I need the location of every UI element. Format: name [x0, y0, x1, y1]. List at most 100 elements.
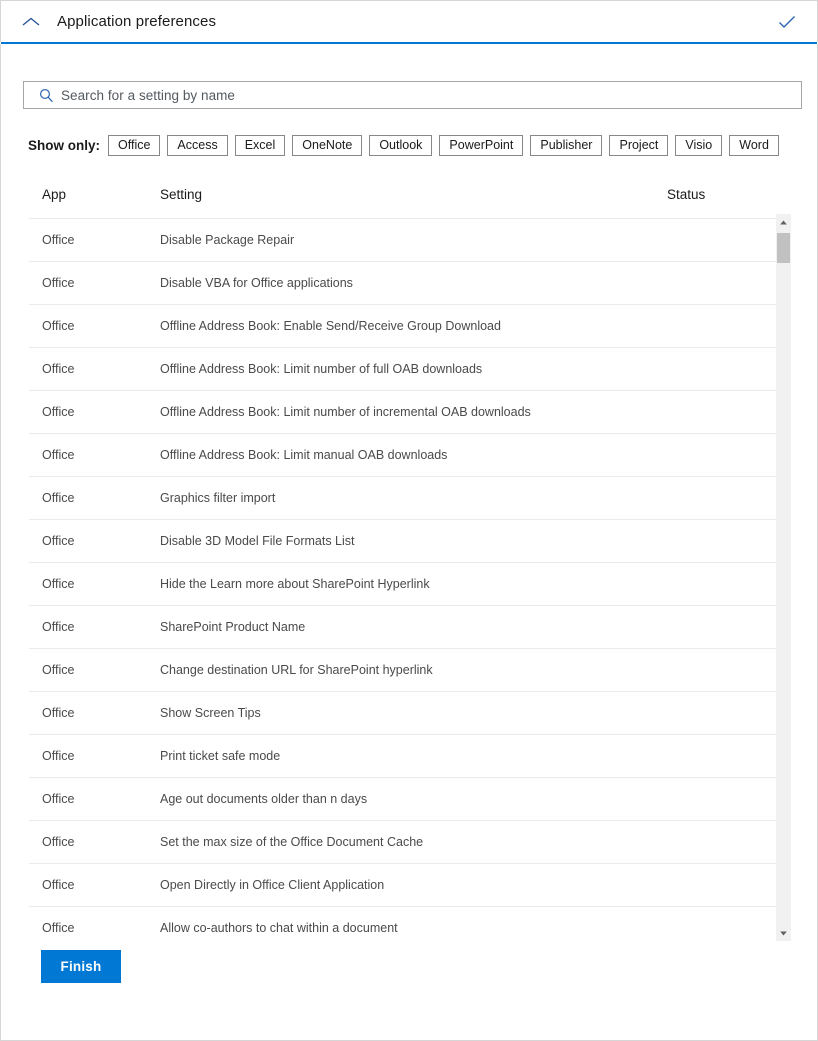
- table-row[interactable]: Office Offline Address Book: Limit manual…: [29, 433, 776, 477]
- cell-status: [667, 605, 776, 649]
- collapse-section-button[interactable]: [17, 8, 45, 36]
- filter-button-excel[interactable]: Excel: [234, 134, 286, 156]
- finish-button[interactable]: Finish: [41, 950, 121, 983]
- search-input[interactable]: Search for a setting by name: [23, 81, 802, 109]
- search-icon: [33, 88, 59, 103]
- checkmark-icon: [779, 15, 795, 28]
- settings-table-scrollbar[interactable]: [776, 214, 791, 941]
- cell-setting: Age out documents older than n days: [147, 777, 667, 821]
- cell-app: Office: [29, 777, 147, 821]
- settings-table-head: App Setting Status: [29, 171, 776, 219]
- column-header-setting[interactable]: Setting: [147, 171, 667, 219]
- settings-table-scrollarea: App Setting Status Office Disable Package…: [29, 171, 776, 941]
- table-row[interactable]: Office Set the max size of the Office Doc…: [29, 820, 776, 864]
- cell-app: Office: [29, 218, 147, 262]
- scrollbar-thumb[interactable]: [777, 233, 790, 263]
- cell-app: Office: [29, 863, 147, 907]
- table-row[interactable]: Office Hide the Learn more about SharePoi…: [29, 562, 776, 606]
- cell-setting: SharePoint Product Name: [147, 605, 667, 649]
- cell-app: Office: [29, 261, 147, 305]
- scroll-up-button[interactable]: [776, 214, 791, 230]
- cell-setting: Show Screen Tips: [147, 691, 667, 735]
- cell-app: Office: [29, 476, 147, 520]
- cell-setting: Allow co-authors to chat within a docume…: [147, 906, 667, 941]
- cell-status: [667, 390, 776, 434]
- table-row[interactable]: Office Offline Address Book: Limit number…: [29, 390, 776, 434]
- cell-status: [667, 906, 776, 941]
- filter-button-office[interactable]: Office: [108, 134, 161, 156]
- table-row[interactable]: Office Open Directly in Office Client App…: [29, 863, 776, 907]
- column-header-status[interactable]: Status: [667, 171, 776, 219]
- table-row[interactable]: Office SharePoint Product Name: [29, 605, 776, 649]
- search-placeholder-text: Search for a setting by name: [61, 87, 235, 103]
- cell-app: Office: [29, 562, 147, 606]
- cell-status: [667, 304, 776, 348]
- cell-status: [667, 648, 776, 692]
- column-header-app[interactable]: App: [29, 171, 147, 219]
- cell-setting: Hide the Learn more about SharePoint Hyp…: [147, 562, 667, 606]
- cell-status: [667, 863, 776, 907]
- cell-status: [667, 820, 776, 864]
- cell-setting: Offline Address Book: Limit number of fu…: [147, 347, 667, 391]
- cell-app: Office: [29, 820, 147, 864]
- cell-app: Office: [29, 304, 147, 348]
- filter-button-powerpoint[interactable]: PowerPoint: [439, 134, 524, 156]
- settings-table: App Setting Status Office Disable Package…: [29, 171, 776, 941]
- cell-setting: Change destination URL for SharePoint hy…: [147, 648, 667, 692]
- cell-app: Office: [29, 605, 147, 649]
- cell-setting: Set the max size of the Office Document …: [147, 820, 667, 864]
- table-row[interactable]: Office Age out documents older than n day…: [29, 777, 776, 821]
- cell-setting: Print ticket safe mode: [147, 734, 667, 778]
- chevron-up-icon: [22, 17, 40, 26]
- cell-status: [667, 476, 776, 520]
- table-row[interactable]: Office Disable 3D Model File Formats List: [29, 519, 776, 563]
- scroll-down-button[interactable]: [776, 925, 791, 941]
- cell-setting: Disable VBA for Office applications: [147, 261, 667, 305]
- table-row[interactable]: Office Change destination URL for SharePo…: [29, 648, 776, 692]
- table-row[interactable]: Office Disable Package Repair: [29, 218, 776, 262]
- filter-button-access[interactable]: Access: [167, 134, 228, 156]
- table-header-row: App Setting Status: [29, 171, 776, 219]
- table-row[interactable]: Office Offline Address Book: Limit number…: [29, 347, 776, 391]
- page-title: Application preferences: [57, 13, 217, 30]
- filter-button-outlook[interactable]: Outlook: [369, 134, 433, 156]
- table-row[interactable]: Office Allow co-authors to chat within a …: [29, 906, 776, 941]
- cell-app: Office: [29, 519, 147, 563]
- cell-app: Office: [29, 390, 147, 434]
- cell-app: Office: [29, 347, 147, 391]
- filter-button-publisher[interactable]: Publisher: [530, 134, 603, 156]
- cell-status: [667, 562, 776, 606]
- cell-status: [667, 519, 776, 563]
- cell-status: [667, 433, 776, 477]
- table-row[interactable]: Office Show Screen Tips: [29, 691, 776, 735]
- filter-button-word[interactable]: Word: [729, 134, 779, 156]
- filter-button-visio[interactable]: Visio: [675, 134, 723, 156]
- application-preferences-page: Application preferences Search for a set…: [0, 0, 818, 1041]
- table-row[interactable]: Office Offline Address Book: Enable Send/…: [29, 304, 776, 348]
- filter-button-project[interactable]: Project: [609, 134, 669, 156]
- cell-app: Office: [29, 648, 147, 692]
- show-only-filter-row: Show only: Office Access Excel OneNote O…: [28, 134, 779, 156]
- scroll-up-arrow-icon: [780, 220, 787, 224]
- cell-status: [667, 218, 776, 262]
- table-row[interactable]: Office Graphics filter import: [29, 476, 776, 520]
- cell-setting: Offline Address Book: Limit manual OAB d…: [147, 433, 667, 477]
- cell-setting: Disable Package Repair: [147, 218, 667, 262]
- table-row[interactable]: Office Print ticket safe mode: [29, 734, 776, 778]
- section-complete-button[interactable]: [775, 10, 799, 34]
- cell-status: [667, 691, 776, 735]
- cell-setting: Offline Address Book: Limit number of in…: [147, 390, 667, 434]
- cell-setting: Disable 3D Model File Formats List: [147, 519, 667, 563]
- settings-table-container: App Setting Status Office Disable Package…: [29, 171, 791, 941]
- cell-app: Office: [29, 691, 147, 735]
- page-header: Application preferences: [0, 0, 818, 42]
- show-only-label: Show only:: [28, 137, 100, 153]
- scroll-down-arrow-icon: [780, 931, 787, 935]
- cell-status: [667, 347, 776, 391]
- filter-button-onenote[interactable]: OneNote: [292, 134, 363, 156]
- cell-app: Office: [29, 906, 147, 941]
- cell-setting: Offline Address Book: Enable Send/Receiv…: [147, 304, 667, 348]
- cell-app: Office: [29, 433, 147, 477]
- cell-setting: Graphics filter import: [147, 476, 667, 520]
- table-row[interactable]: Office Disable VBA for Office application…: [29, 261, 776, 305]
